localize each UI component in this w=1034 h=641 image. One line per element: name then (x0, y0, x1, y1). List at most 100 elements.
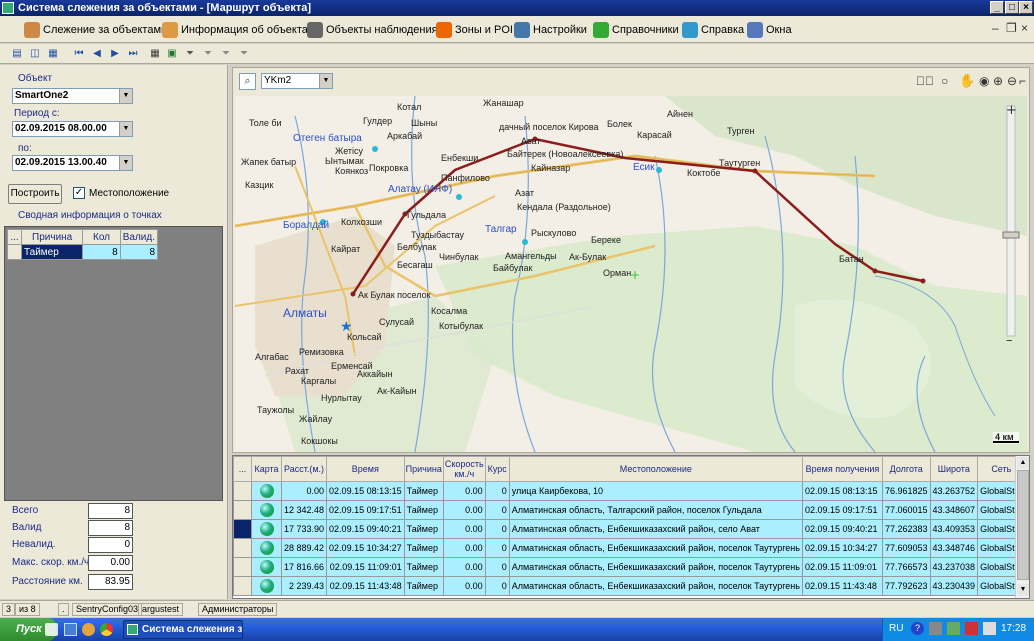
table-row[interactable]: 0.00 02.09.15 08:13:15 Таймер 0.00 0 ули… (233, 481, 1026, 501)
location-checkbox[interactable]: ✓ (73, 187, 85, 199)
summary-col-valid[interactable]: Валид. (119, 229, 159, 245)
summary-title: Сводная информация о точках (18, 210, 162, 221)
menu-windows[interactable]: Окна (747, 20, 792, 40)
chrome-icon[interactable] (100, 623, 113, 636)
globe-icon[interactable] (259, 484, 274, 498)
globe-icon[interactable] (259, 541, 274, 555)
city-almaty: Алматы (283, 306, 327, 320)
table-row[interactable]: 17 816.66 02.09.15 11:09:01 Таймер 0.00 … (233, 557, 1026, 577)
print-preview-icon[interactable]: ◫ (28, 47, 42, 61)
scroll-down-icon[interactable]: ▼ (1017, 584, 1029, 596)
page-setup-icon[interactable]: ▦ (46, 47, 60, 61)
place-baiterek: Байтерек (Новоалексеевка) (507, 149, 624, 159)
grid-col-latitude[interactable]: Широта (929, 456, 979, 482)
tray-icon-3[interactable] (965, 622, 978, 635)
last-record-icon[interactable]: ⏭ (126, 47, 140, 61)
summary-col-ellipsis[interactable]: ... (7, 229, 22, 245)
speaker-icon[interactable] (983, 622, 996, 635)
help-tray-icon[interactable]: ? (911, 622, 924, 635)
grid-col-received[interactable]: Время получения (801, 456, 883, 482)
chevron-down-icon[interactable]: ▼ (319, 74, 332, 88)
chevron-down-icon[interactable]: ▼ (119, 156, 132, 170)
globe-icon[interactable] (259, 503, 274, 517)
filter-icon[interactable]: ⏷ (183, 47, 197, 61)
table-icon[interactable]: ▦ (148, 47, 162, 61)
close-button[interactable]: × (1019, 1, 1033, 14)
minimize-button[interactable]: _ (990, 1, 1004, 14)
menu-help[interactable]: Справка (682, 20, 744, 40)
tray-icon-1[interactable] (929, 622, 942, 635)
grid-col-ellipsis[interactable]: ... (233, 456, 252, 482)
zoom-point-icon[interactable]: ◉ (979, 74, 989, 88)
first-record-icon[interactable]: ⏮ (72, 47, 86, 61)
summary-row[interactable]: Таймер 8 8 (7, 244, 159, 260)
measure-icon[interactable]: ⌐ (1019, 74, 1026, 88)
filter-clear-icon[interactable]: ⏷ (201, 47, 215, 61)
grid-col-map[interactable]: Карта (251, 456, 282, 482)
select-rect-icon[interactable]: ◯⃞ (916, 74, 934, 88)
chevron-down-icon[interactable]: ▼ (119, 122, 132, 136)
tray-icon-2[interactable] (947, 622, 960, 635)
menu-tracking[interactable]: Слежение за объектами (24, 20, 167, 40)
table-row[interactable]: 12 342.48 02.09.15 09:17:51 Таймер 0.00 … (233, 500, 1026, 520)
mdi-close-button[interactable]: × (1021, 21, 1028, 35)
menu-settings[interactable]: Настройки (514, 20, 587, 40)
prev-record-icon[interactable]: ◀ (90, 47, 104, 61)
mdi-restore-button[interactable]: ❐ (1006, 21, 1017, 35)
taskbar-app-button[interactable]: Система слежения з... (123, 620, 243, 639)
object-select[interactable]: SmartOne2 ▼ (12, 88, 133, 104)
grid-col-reason[interactable]: Причина (403, 456, 444, 482)
scroll-thumb[interactable] (1017, 470, 1029, 580)
next-record-icon[interactable]: ▶ (108, 47, 122, 61)
summary-col-count[interactable]: Кол (82, 229, 121, 245)
status-page: 3 (2, 603, 16, 616)
mdi-minimize-button[interactable]: – (992, 21, 999, 35)
build-button[interactable]: Построить (8, 184, 62, 204)
map-canvas[interactable]: ★ + + – Алматы Отеген батыра Алатау (ИЯФ… (235, 96, 1027, 452)
stat-total-value: 8 (88, 503, 133, 519)
globe-icon[interactable] (259, 522, 274, 536)
filter-edit-icon[interactable]: ⏷ (237, 47, 251, 61)
table-row[interactable]: 28 889.42 02.09.15 10:34:27 Таймер 0.00 … (233, 538, 1026, 558)
grid-col-location[interactable]: Местоположение (508, 456, 803, 482)
globe-icon[interactable] (259, 560, 274, 574)
zoom-out-tool-icon[interactable]: ⊖ (1007, 74, 1017, 88)
period-from-field[interactable]: 02.09.2015 08.00.00 ▼ (12, 121, 133, 137)
zoom-in-tool-icon[interactable]: ⊕ (993, 74, 1003, 88)
menu-object-info[interactable]: Информация об объектах (162, 20, 313, 40)
quicklaunch-app-icon[interactable] (64, 623, 77, 636)
map-panel: ⌕ YKm2 ▼ ◯⃞ ○ ✋ ◉ ⊕ ⊖ ⌐ ★ + + – Алматы О… (232, 67, 1030, 453)
zoom-slider[interactable] (1003, 106, 1019, 338)
pan-hand-icon[interactable]: ✋ (959, 73, 975, 89)
table-row[interactable]: 2 239.43 02.09.15 11:43:48 Таймер 0.00 0… (233, 576, 1026, 596)
grid-col-speed[interactable]: Скорость км./ч (442, 456, 486, 482)
chevron-down-icon[interactable]: ▼ (119, 89, 132, 103)
stat-valid-value: 8 (88, 520, 133, 536)
scroll-up-icon[interactable]: ▲ (1017, 457, 1029, 469)
menu-observation-objects[interactable]: Объекты наблюдения (307, 20, 438, 40)
print-icon[interactable]: ▤ (10, 47, 24, 61)
map-search-icon[interactable]: ⌕ (239, 73, 256, 90)
grid-col-course[interactable]: Курс (484, 456, 510, 482)
summary-col-reason[interactable]: Причина (20, 229, 84, 245)
map-layer-select[interactable]: YKm2 ▼ (261, 73, 333, 89)
show-desktop-icon[interactable] (45, 623, 58, 636)
excel-icon[interactable]: ▣ (165, 47, 179, 61)
table-row[interactable]: 17 733.90 02.09.15 09:40:21 Таймер 0.00 … (233, 519, 1026, 539)
globe-icon[interactable] (259, 579, 274, 593)
summary-reason[interactable]: Таймер (20, 244, 84, 260)
grid-col-longitude[interactable]: Долгота (881, 456, 931, 482)
place-aimen: Айнен (667, 109, 693, 119)
grid-scrollbar[interactable]: ▲ ▼ (1015, 456, 1029, 598)
menu-references[interactable]: Справочники (593, 20, 679, 40)
period-to-field[interactable]: 02.09.2015 13.00.40 ▼ (12, 155, 133, 171)
maximize-button[interactable]: □ (1005, 1, 1019, 14)
grid-col-time[interactable]: Время (326, 456, 405, 482)
select-circle-icon[interactable]: ○ (941, 74, 948, 88)
language-indicator[interactable]: RU (889, 623, 903, 634)
firefox-icon[interactable] (82, 623, 95, 636)
grid-col-distance[interactable]: Расст.(м.) (280, 456, 328, 482)
menu-zones-poi[interactable]: Зоны и POI (436, 20, 513, 40)
filter-settings-icon[interactable]: ⏷ (219, 47, 233, 61)
stat-invalid-label: Невалид. (12, 539, 56, 550)
